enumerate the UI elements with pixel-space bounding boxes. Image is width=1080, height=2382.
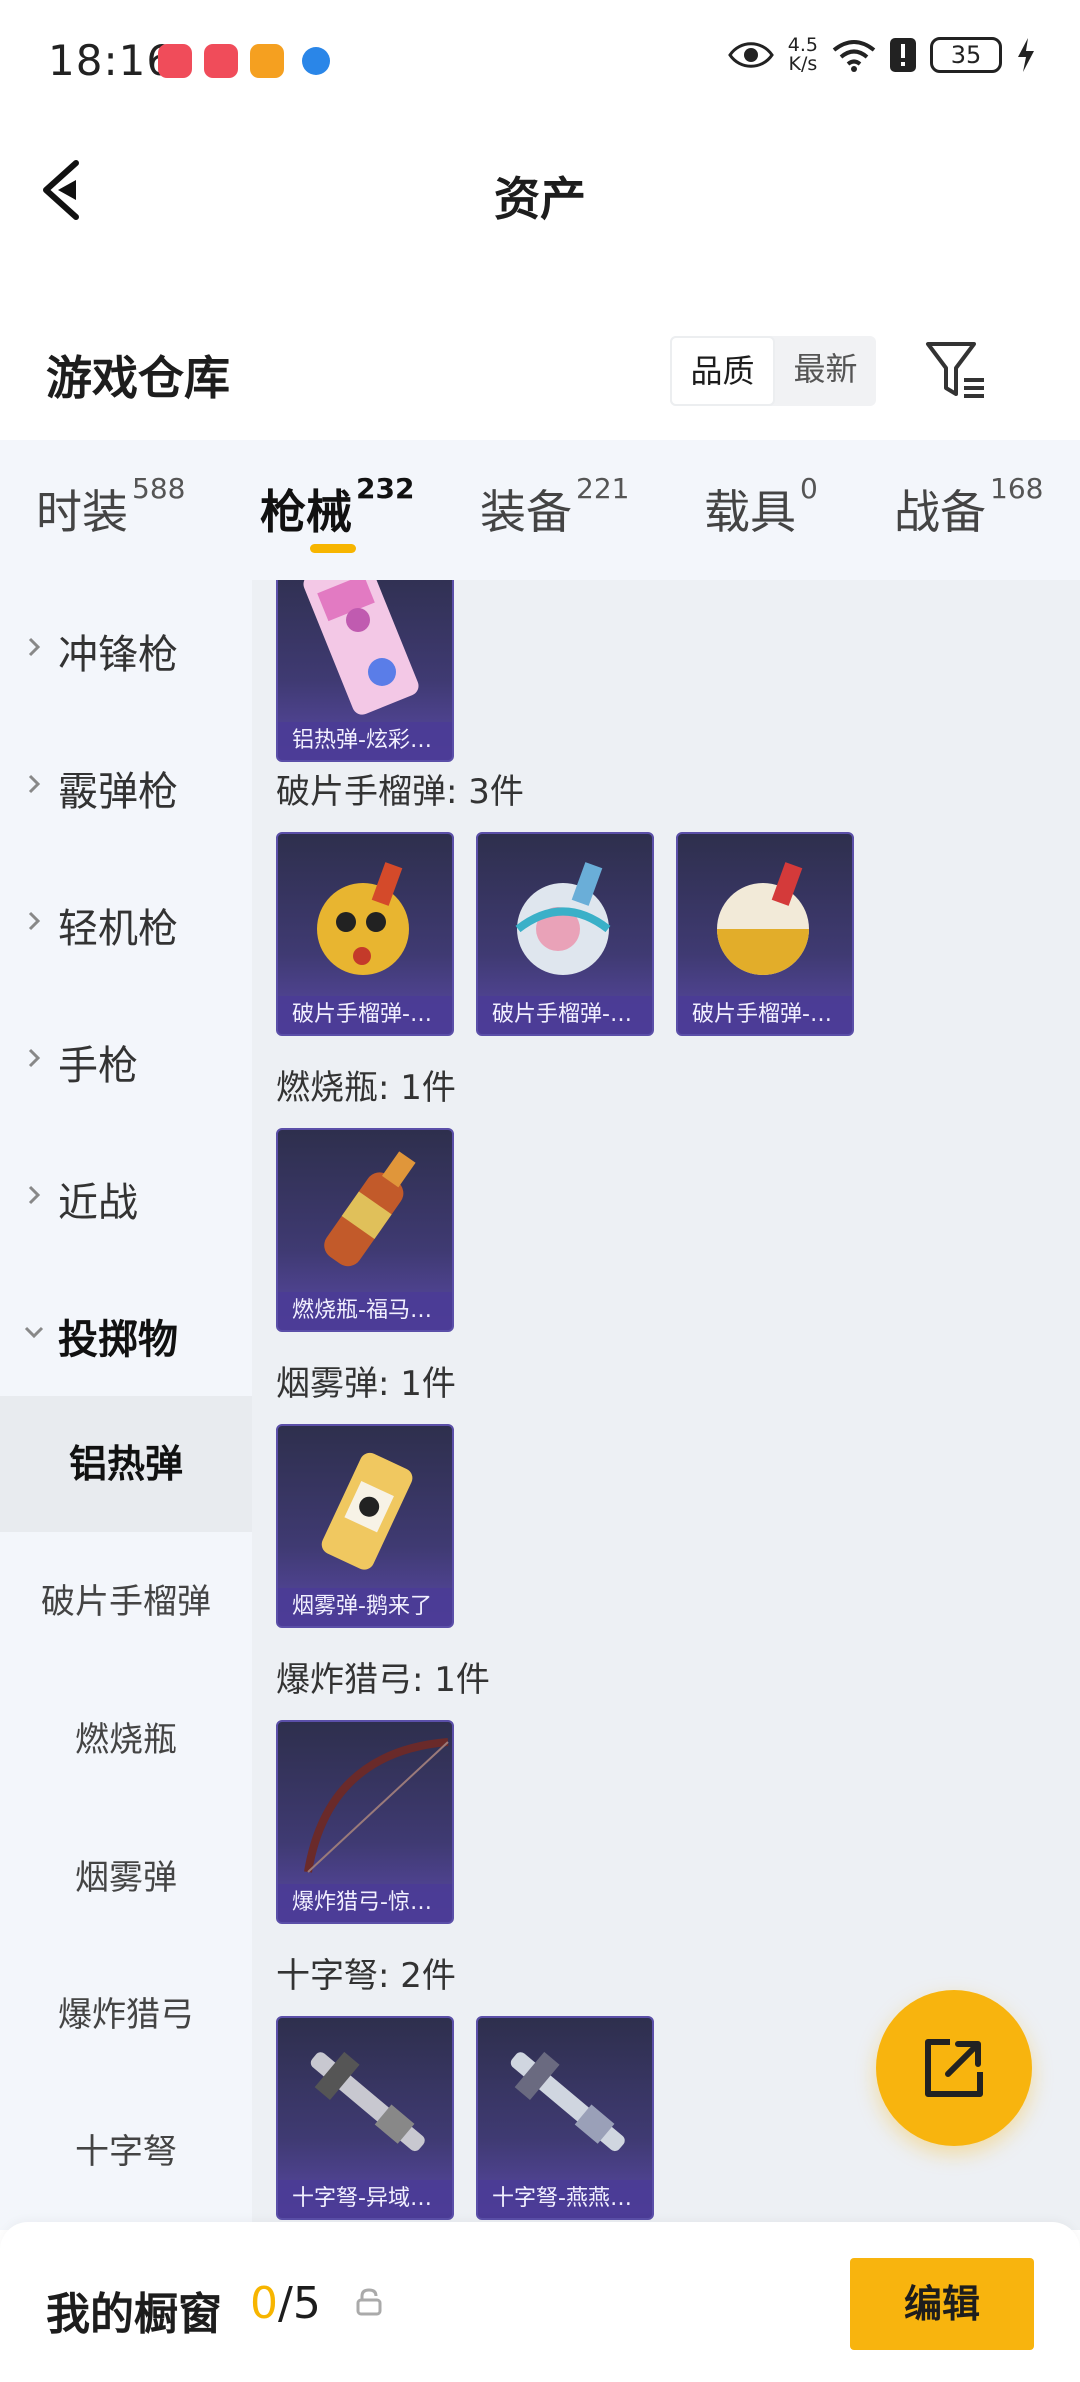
- item-card[interactable]: 破片手榴弹-…: [476, 832, 654, 1036]
- sidebar-group-smg[interactable]: 冲锋枪: [0, 580, 252, 716]
- chevron-right-icon: [28, 911, 41, 931]
- notification-icons: [158, 44, 330, 78]
- header: 资产: [0, 125, 1080, 255]
- tab-vehicles[interactable]: 载具 0: [704, 472, 818, 542]
- item-name: 燃烧瓶-福马…: [278, 1292, 452, 1330]
- item-card[interactable]: 破片手榴弹-…: [276, 832, 454, 1036]
- sidebar-item-molotov[interactable]: 燃烧瓶: [0, 1672, 252, 1808]
- item-name: 破片手榴弹-…: [478, 996, 652, 1034]
- item-card[interactable]: 铝热弹-炫彩…: [276, 580, 454, 762]
- sidebar-group-melee[interactable]: 近战: [0, 1128, 252, 1264]
- active-tab-indicator: [310, 544, 356, 553]
- status-time: 18:16: [48, 36, 175, 85]
- sort-by-newest[interactable]: 最新: [775, 336, 876, 406]
- sidebar-group-pistol[interactable]: 手枪: [0, 991, 252, 1127]
- app-notification-icon: [204, 44, 238, 78]
- net-speed: 4.5 K/s: [787, 34, 818, 75]
- chevron-right-icon: [28, 637, 41, 657]
- frag-grenade-skin-art: [717, 862, 809, 975]
- sidebar-item-smoke[interactable]: 烟雾弹: [0, 1810, 252, 1946]
- crossbow-skin-art: [310, 2051, 425, 2152]
- explosive-bow-skin-art: [304, 1738, 449, 1873]
- item-name: 十字弩-燕燕…: [478, 2180, 652, 2218]
- smoke-grenade-skin-art: [321, 1452, 413, 1570]
- sort-toggle: 品质 最新: [670, 336, 876, 406]
- filter-button[interactable]: [924, 338, 988, 402]
- chevron-right-icon: [28, 774, 41, 794]
- lock-icon: [356, 2288, 382, 2316]
- tab-firearms[interactable]: 枪械 232: [260, 472, 414, 542]
- showcase-bar: 我的橱窗 0/5 编辑: [0, 2222, 1080, 2382]
- item-name: 破片手榴弹-…: [278, 996, 452, 1034]
- charging-icon: [1018, 38, 1034, 72]
- tab-equipment[interactable]: 装备 221: [480, 472, 629, 542]
- item-card[interactable]: 十字弩-燕燕…: [476, 2016, 654, 2220]
- page-title: 资产: [494, 172, 586, 226]
- sidebar: 冲锋枪 霰弹枪 轻机枪 手枪 近战 投掷物 铝热弹 破片手榴弹 燃烧瓶 烟雾弹 …: [0, 580, 252, 2230]
- showcase-label: 我的橱窗: [46, 2289, 222, 2340]
- sidebar-group-throwables[interactable]: 投掷物: [0, 1265, 252, 1401]
- alert-icon: [890, 38, 916, 72]
- sidebar-group-lmg[interactable]: 轻机枪: [0, 854, 252, 990]
- chevron-right-icon: [28, 1185, 41, 1205]
- frag-grenade-skin-art: [317, 862, 409, 975]
- section-title: 十字弩: 2件: [276, 1956, 456, 1996]
- sidebar-item-crossbow[interactable]: 十字弩: [0, 2084, 252, 2220]
- share-button[interactable]: [876, 1990, 1032, 2146]
- sidebar-item-explosive-bow[interactable]: 爆炸猎弓: [0, 1947, 252, 2083]
- chevron-right-icon: [28, 1048, 41, 1068]
- browser-notification-icon: [302, 47, 330, 75]
- crossbow-skin-art: [510, 2051, 625, 2152]
- battery-level: 35: [930, 37, 1002, 73]
- section-title: 破片手榴弹: 3件: [276, 772, 524, 812]
- section-title: 爆炸猎弓: 1件: [276, 1660, 490, 1700]
- showcase-count: 0/5: [250, 2278, 321, 2329]
- item-name: 铝热弹-炫彩…: [278, 722, 452, 760]
- item-card[interactable]: 燃烧瓶-福马…: [276, 1128, 454, 1332]
- status-bar: 18:16 4.5 K/s 35: [0, 0, 1080, 125]
- frag-grenade-skin-art: [515, 862, 611, 975]
- thermite-skin-art: [303, 580, 419, 715]
- category-tabs: 时装 588 枪械 232 装备 221 载具 0 战备 168: [0, 440, 1080, 580]
- item-name: 破片手榴弹-…: [678, 996, 852, 1034]
- warehouse-header: 游戏仓库 品质 最新: [0, 320, 1080, 440]
- sort-by-quality[interactable]: 品质: [670, 336, 775, 406]
- tab-supplies[interactable]: 战备 168: [894, 472, 1043, 542]
- edit-button[interactable]: 编辑: [850, 2258, 1034, 2350]
- sidebar-group-shotgun[interactable]: 霰弹枪: [0, 717, 252, 853]
- section-title: 燃烧瓶: 1件: [276, 1068, 456, 1108]
- warehouse-title: 游戏仓库: [46, 351, 230, 405]
- game-notification-icon: [250, 44, 284, 78]
- chevron-down-icon: [24, 1326, 44, 1339]
- eye-icon: [727, 42, 774, 68]
- item-name: 烟雾弹-鹅来了: [278, 1588, 452, 1626]
- item-card[interactable]: 破片手榴弹-…: [676, 832, 854, 1036]
- sidebar-item-frag-grenade[interactable]: 破片手榴弹: [0, 1534, 252, 1670]
- molotov-skin-art: [324, 1151, 416, 1267]
- item-card[interactable]: 烟雾弹-鹅来了: [276, 1424, 454, 1628]
- app-notification-icon: [158, 44, 192, 78]
- tab-fashion[interactable]: 时装 588: [36, 472, 185, 542]
- section-title: 烟雾弹: 1件: [276, 1364, 456, 1404]
- item-card[interactable]: 十字弩-异域…: [276, 2016, 454, 2220]
- item-name: 十字弩-异域…: [278, 2180, 452, 2218]
- share-external-icon: [925, 2039, 983, 2097]
- wifi-icon: [832, 40, 876, 72]
- status-indicators: 4.5 K/s 35: [727, 34, 1036, 75]
- item-card[interactable]: 爆炸猎弓-惊…: [276, 1720, 454, 1924]
- sidebar-item-thermite[interactable]: 铝热弹: [0, 1396, 252, 1532]
- filter-icon: [926, 342, 984, 398]
- item-grid: 铝热弹-炫彩… 破片手榴弹: 3件 破片手榴弹-… 破片手榴弹-… 破片手榴弹-…: [252, 580, 1080, 2230]
- item-name: 爆炸猎弓-惊…: [278, 1884, 452, 1922]
